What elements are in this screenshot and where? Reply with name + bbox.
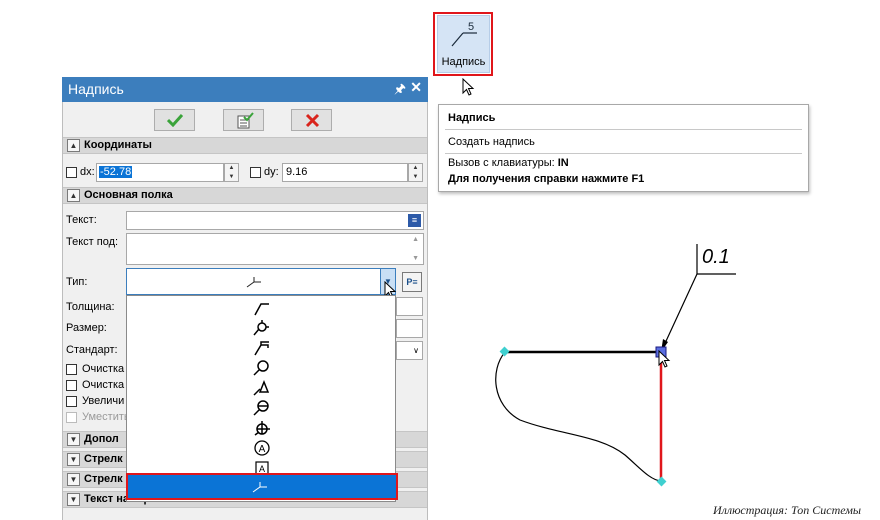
leader-circle-bar-icon <box>253 400 269 416</box>
tooltip-action: Создать надпись <box>448 136 535 148</box>
section-label: Координаты <box>84 139 152 151</box>
option-checkbox[interactable] <box>66 396 77 407</box>
leader-step-icon <box>254 341 269 356</box>
panel-titlebar: Надпись 🖈 ✕ <box>62 77 428 102</box>
highlight-frame <box>126 473 398 500</box>
type-option[interactable] <box>128 418 394 438</box>
type-select[interactable] <box>126 268 396 295</box>
dx-checkbox[interactable] <box>66 167 77 178</box>
type-option[interactable] <box>128 298 394 318</box>
mouse-cursor-icon <box>462 78 475 96</box>
chevron-down-icon[interactable]: ▼ <box>67 473 80 486</box>
tooltip-divider <box>445 129 802 130</box>
text-below-field[interactable]: ▲ ▼ <box>126 233 424 265</box>
tooltip: Надпись Создать надпись Вызов с клавиату… <box>438 104 809 192</box>
type-option[interactable] <box>128 318 394 338</box>
option-label: Очистка <box>82 363 125 375</box>
ribbon-button-label: Надпись <box>441 56 486 68</box>
tooltip-keyboard: Вызов с клавиатуры: IN <box>448 157 569 169</box>
section-label: Стрелк <box>84 453 123 465</box>
chevron-up-icon[interactable]: ▲ <box>67 189 80 202</box>
option-checkbox-disabled <box>66 412 77 423</box>
section-main-shelf[interactable]: ▲ Основная полка <box>63 187 427 204</box>
circled-a-icon: A <box>254 440 270 456</box>
leader-simple-icon <box>246 277 261 288</box>
scroll-down-icon[interactable]: ▼ <box>412 255 419 262</box>
text-field[interactable]: ≡ <box>126 211 424 230</box>
cancel-button[interactable] <box>291 109 332 131</box>
leader-angle-icon <box>254 303 269 316</box>
tooltip-keyboard-value: IN <box>557 157 569 169</box>
leader-circle-cross-icon <box>254 421 270 436</box>
type-option[interactable]: A <box>128 438 394 458</box>
pin-icon[interactable]: 🖈 <box>394 80 406 102</box>
type-option[interactable] <box>128 338 394 358</box>
section-label: Основная полка <box>84 189 173 201</box>
option-label: Очистка <box>82 379 125 391</box>
ok-button[interactable] <box>154 109 195 131</box>
chevron-up-icon[interactable]: ▲ <box>67 139 80 152</box>
apply-button[interactable] <box>223 109 264 131</box>
leader-triangle-icon <box>253 379 270 396</box>
type-option[interactable] <box>128 378 394 398</box>
tooltip-title: Надпись <box>448 112 496 124</box>
drawing-canvas[interactable] <box>480 230 760 500</box>
dx-label: dx: <box>80 166 95 178</box>
section-coordinates[interactable]: ▲ Координаты <box>63 137 427 154</box>
checkmark-icon <box>167 113 183 127</box>
section-label: Допол <box>84 433 119 445</box>
tooltip-help: Для получения справки нажмите F1 <box>448 173 645 185</box>
thickness-label: Толщина: <box>66 301 115 313</box>
standard-label: Стандарт: <box>66 344 118 356</box>
chevron-down-icon[interactable]: ▼ <box>67 453 80 466</box>
dy-value: 9.16 <box>286 166 308 178</box>
chevron-down-icon[interactable]: ▼ <box>67 493 80 506</box>
thickness-field[interactable] <box>396 297 423 316</box>
text-below-label: Текст под: <box>66 236 119 248</box>
type-option[interactable] <box>128 358 394 378</box>
text-label: Текст: <box>66 214 97 226</box>
dy-checkbox[interactable] <box>250 167 261 178</box>
scroll-up-icon[interactable]: ▲ <box>412 236 419 243</box>
leader-annotation-text: 0.1 <box>702 246 730 268</box>
tooltip-divider <box>445 153 802 154</box>
mouse-cursor-icon <box>658 350 671 368</box>
close-icon[interactable]: ✕ <box>410 79 422 96</box>
dy-label: dy: <box>264 166 279 178</box>
cancel-x-icon <box>305 113 320 128</box>
size-label: Размер: <box>66 322 107 334</box>
panel-title: Надпись <box>68 81 124 97</box>
chevron-down-icon[interactable]: ▼ <box>67 433 80 446</box>
dx-spinner[interactable]: ▲ ▼ <box>224 163 239 182</box>
leader-circle-tick-icon <box>253 320 269 336</box>
dx-value: -52.78 <box>99 166 133 178</box>
image-credit: Иллюстрация: Топ Системы <box>713 503 862 517</box>
option-checkbox[interactable] <box>66 364 77 375</box>
option-label: Увеличи <box>82 395 125 407</box>
standard-select[interactable]: ∨ <box>396 341 423 360</box>
circled-a-letter: A <box>259 444 266 455</box>
section-label: Стрелк <box>84 473 123 485</box>
type-params-icon[interactable]: P≡ <box>402 272 422 292</box>
apply-checklist-icon <box>237 112 254 129</box>
type-option[interactable] <box>128 398 394 418</box>
type-dropdown-list: A A <box>126 295 396 502</box>
option-label: Уместить <box>82 411 130 423</box>
leader-circle-icon <box>253 360 269 376</box>
tooltip-keyboard-label: Вызов с клавиатуры: <box>448 157 558 169</box>
dy-field[interactable]: 9.16 <box>282 163 408 182</box>
size-field[interactable] <box>396 319 423 338</box>
dy-spinner[interactable]: ▲ ▼ <box>408 163 423 182</box>
type-label: Тип: <box>66 276 88 288</box>
text-editor-icon[interactable]: ≡ <box>408 214 421 227</box>
dx-field[interactable]: -52.78 <box>96 163 224 182</box>
option-checkbox[interactable] <box>66 380 77 391</box>
